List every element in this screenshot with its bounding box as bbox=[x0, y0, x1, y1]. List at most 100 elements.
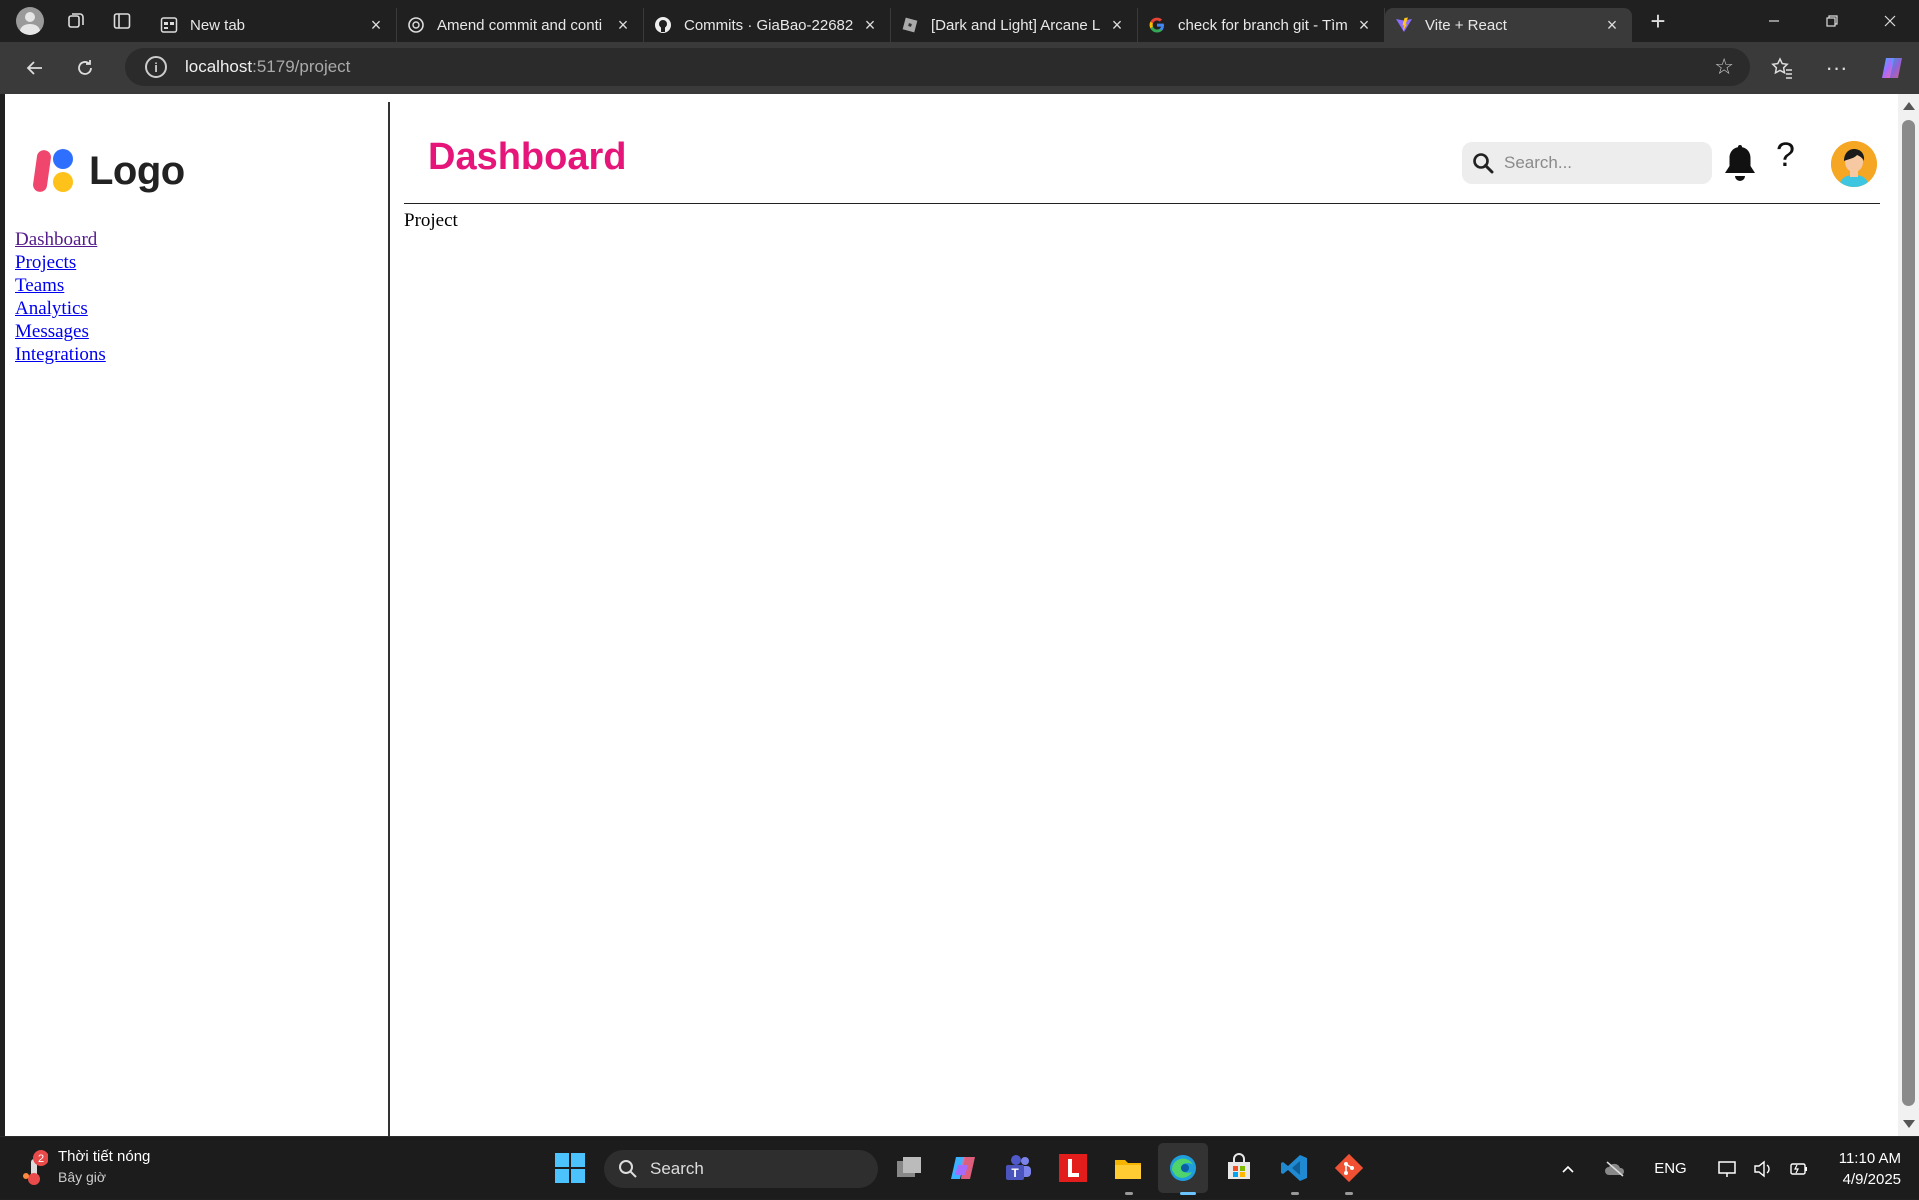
restore-icon bbox=[1826, 15, 1838, 27]
volume-button[interactable] bbox=[1753, 1160, 1773, 1178]
network-icon bbox=[1717, 1160, 1736, 1177]
vscode-icon bbox=[1281, 1155, 1307, 1181]
start-button[interactable] bbox=[555, 1153, 585, 1183]
scrollbar-thumb[interactable] bbox=[1902, 120, 1915, 1106]
vertical-tabs-button[interactable] bbox=[102, 4, 142, 38]
address-bar[interactable]: i localhost:5179/project ☆ bbox=[125, 48, 1750, 86]
page-content-text: Project bbox=[404, 210, 458, 231]
copilot-icon bbox=[1881, 58, 1902, 78]
favorite-star-icon[interactable]: ☆ bbox=[1714, 54, 1734, 80]
running-indicator bbox=[1125, 1192, 1133, 1195]
taskbar-app-l[interactable] bbox=[1056, 1151, 1090, 1185]
browser-tab-new-tab[interactable]: New tab × bbox=[150, 8, 397, 42]
sidebar-item-dashboard[interactable]: Dashboard bbox=[15, 228, 106, 251]
notifications-button[interactable] bbox=[1722, 144, 1758, 184]
tab-title: Commits · GiaBao-22682 bbox=[684, 16, 854, 34]
active-indicator bbox=[1180, 1192, 1196, 1195]
new-tab-icon bbox=[160, 16, 178, 34]
sidebar-item-messages[interactable]: Messages bbox=[15, 320, 106, 343]
search-icon bbox=[619, 1160, 637, 1178]
url-path: :5179/project bbox=[252, 57, 351, 76]
weather-widget[interactable]: 2 Thời tiết nóng Bây giờ bbox=[22, 1147, 150, 1187]
google-icon bbox=[1148, 16, 1166, 34]
close-tab-icon[interactable]: × bbox=[1602, 15, 1622, 36]
language-indicator[interactable]: ENG bbox=[1654, 1160, 1687, 1177]
browser-tab-amend-commit[interactable]: Amend commit and conti × bbox=[397, 8, 644, 42]
more-dots-icon: ··· bbox=[1825, 55, 1848, 80]
scroll-down-arrow-icon[interactable] bbox=[1903, 1120, 1915, 1128]
taskbar-search[interactable]: Search bbox=[604, 1150, 878, 1188]
edge-icon bbox=[1170, 1155, 1196, 1181]
taskbar-app-file-explorer[interactable] bbox=[1111, 1151, 1145, 1185]
browser-toolbar: i localhost:5179/project ☆ ··· bbox=[0, 42, 1919, 94]
task-view-button[interactable] bbox=[892, 1151, 926, 1185]
browser-tab-commits[interactable]: Commits · GiaBao-22682 × bbox=[644, 8, 891, 42]
minimize-button[interactable] bbox=[1745, 0, 1803, 42]
running-indicator bbox=[1345, 1192, 1353, 1195]
close-tab-icon[interactable]: × bbox=[1107, 15, 1127, 36]
refresh-icon bbox=[78, 60, 92, 75]
profile-button[interactable] bbox=[10, 4, 50, 38]
sidebar-item-integrations[interactable]: Integrations bbox=[15, 343, 106, 366]
close-tab-icon[interactable]: × bbox=[613, 15, 633, 36]
search-box[interactable] bbox=[1462, 142, 1712, 184]
new-tab-button[interactable]: + bbox=[1638, 4, 1678, 38]
profile-icon bbox=[16, 7, 44, 35]
weather-subtitle: Bây giờ bbox=[58, 1169, 107, 1185]
volume-icon bbox=[1754, 1160, 1770, 1177]
app-logo[interactable]: Logo bbox=[33, 146, 185, 196]
tab-title: New tab bbox=[190, 16, 246, 34]
restore-button[interactable] bbox=[1803, 0, 1861, 42]
sidebar-item-analytics[interactable]: Analytics bbox=[15, 297, 106, 320]
workspaces-button[interactable] bbox=[56, 4, 96, 38]
back-button[interactable] bbox=[10, 48, 60, 88]
github-icon bbox=[654, 16, 672, 34]
user-avatar[interactable] bbox=[1831, 141, 1877, 187]
page-viewport: Logo Dashboard Projects Teams Analytics … bbox=[5, 94, 1898, 1136]
weather-badge: 2 bbox=[38, 1153, 44, 1165]
cloud-offline-icon bbox=[1605, 1160, 1625, 1177]
close-tab-icon[interactable]: × bbox=[860, 15, 880, 36]
taskbar-app-edge[interactable] bbox=[1158, 1143, 1208, 1193]
browser-tab-vite-react[interactable]: Vite + React × bbox=[1385, 8, 1632, 42]
copilot-icon bbox=[951, 1157, 975, 1179]
more-button[interactable]: ··· bbox=[1809, 48, 1864, 88]
taskbar-app-teams[interactable]: T bbox=[1001, 1151, 1035, 1185]
toolbar-actions: ··· bbox=[1754, 42, 1919, 94]
close-tab-icon[interactable]: × bbox=[1354, 15, 1374, 36]
search-input[interactable] bbox=[1504, 153, 1694, 173]
minimize-icon bbox=[1769, 20, 1779, 22]
windows-logo-pane bbox=[555, 1169, 569, 1183]
refresh-button[interactable] bbox=[60, 48, 110, 88]
battery-icon bbox=[1790, 1162, 1807, 1175]
help-button[interactable]: ? bbox=[1776, 136, 1795, 175]
taskbar-app-vscode[interactable] bbox=[1277, 1151, 1311, 1185]
show-hidden-icons-button[interactable] bbox=[1560, 1161, 1576, 1177]
sidebar-item-projects[interactable]: Projects bbox=[15, 251, 106, 274]
onedrive-button[interactable] bbox=[1604, 1160, 1626, 1177]
close-tab-icon[interactable]: × bbox=[366, 15, 386, 36]
network-button[interactable] bbox=[1717, 1160, 1737, 1178]
sidebar-item-teams[interactable]: Teams bbox=[15, 274, 106, 297]
battery-button[interactable] bbox=[1789, 1160, 1809, 1178]
browser-tab-google-search[interactable]: check for branch git - Tìm × bbox=[1138, 8, 1385, 42]
site-info-icon[interactable]: i bbox=[145, 56, 167, 78]
taskbar-app-copilot[interactable] bbox=[946, 1151, 980, 1185]
bell-icon bbox=[1725, 145, 1755, 181]
windows-logo-pane bbox=[571, 1169, 585, 1183]
taskbar-app-store[interactable] bbox=[1222, 1151, 1256, 1185]
thermometer-icon: 2 bbox=[22, 1147, 49, 1187]
taskbar-clock[interactable]: 11:10 AM 4/9/2025 bbox=[1839, 1148, 1901, 1190]
browser-tab-arcane[interactable]: [Dark and Light] Arcane L × bbox=[891, 8, 1138, 42]
page-scrollbar[interactable] bbox=[1898, 94, 1919, 1136]
tab-title: check for branch git - Tìm bbox=[1178, 16, 1348, 34]
clock-time: 11:10 AM bbox=[1838, 1149, 1901, 1167]
close-window-button[interactable] bbox=[1861, 0, 1919, 42]
clock-date: 4/9/2025 bbox=[1842, 1170, 1901, 1188]
taskbar-app-git[interactable] bbox=[1332, 1151, 1366, 1185]
scroll-up-arrow-icon[interactable] bbox=[1903, 102, 1915, 110]
browser-tab-strip: New tab × Amend commit and conti × Commi… bbox=[0, 0, 1919, 42]
favorites-button[interactable] bbox=[1754, 48, 1809, 88]
tab-actions-icon bbox=[113, 13, 131, 29]
copilot-button[interactable] bbox=[1864, 48, 1919, 88]
